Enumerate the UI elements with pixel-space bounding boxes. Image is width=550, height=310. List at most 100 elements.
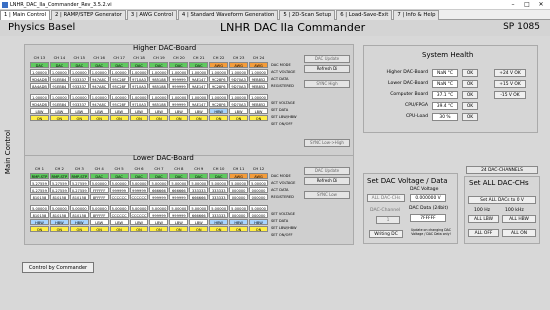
dac-voltage-input[interactable]: 0.000000 V bbox=[410, 194, 446, 202]
higher-bw-cell[interactable]: LBW bbox=[30, 108, 49, 114]
higher-onoff-cell[interactable]: ON bbox=[129, 115, 149, 121]
lower-bw-cell[interactable]: LBW bbox=[189, 219, 209, 225]
lower-onoff-cell[interactable]: ON bbox=[149, 226, 169, 232]
higher-bw-cell[interactable]: LBW bbox=[249, 108, 268, 114]
lower-onoff-cell[interactable]: ON bbox=[69, 226, 89, 232]
higher-modes-cell[interactable]: DAC bbox=[109, 62, 129, 68]
lower-modes-cell[interactable]: DAC bbox=[89, 173, 109, 179]
all-off-button[interactable]: ALL OFF bbox=[468, 229, 499, 237]
higher-bw-cell[interactable]: LBW bbox=[89, 108, 109, 114]
higher-set-voltage-cell[interactable]: 1.00000 bbox=[69, 94, 89, 100]
tab-main-control[interactable]: 1 | Main Control bbox=[0, 10, 50, 20]
lower-set-data-cell[interactable]: 666666 bbox=[189, 212, 209, 218]
higher-onoff-cell[interactable]: ON bbox=[109, 115, 129, 121]
lower-set-voltage-cell[interactable]: 5.00000 bbox=[129, 205, 149, 211]
tab-info-help[interactable]: 7 | Info & Help bbox=[393, 10, 440, 20]
lower-set-data-cell[interactable]: CCCCCC bbox=[109, 212, 129, 218]
lower-bw-cell[interactable]: HBW bbox=[229, 219, 249, 225]
higher-onoff-cell[interactable]: ON bbox=[89, 115, 109, 121]
higher-set-voltage-cell[interactable]: 1.00000 bbox=[229, 94, 249, 100]
lower-set-data-cell[interactable]: 000000 bbox=[229, 212, 249, 218]
higher-set-voltage-cell[interactable]: 1.00000 bbox=[209, 94, 229, 100]
higher-modes-cell[interactable]: DAC bbox=[129, 62, 149, 68]
higher-modes-cell[interactable]: AWG bbox=[249, 62, 268, 68]
higher-bw-cell[interactable]: LBW bbox=[189, 108, 209, 114]
lower-bw-cell[interactable]: LBW bbox=[89, 219, 109, 225]
lower-set-voltage-cell[interactable]: 5.00000 bbox=[89, 205, 109, 211]
higher-onoff-cell[interactable]: ON bbox=[229, 115, 249, 121]
lower-refresh-button[interactable]: Refresh Di bbox=[304, 177, 350, 185]
lower-set-data-cell[interactable]: 810158 bbox=[30, 212, 49, 218]
higher-modes-cell[interactable]: DAC bbox=[149, 62, 169, 68]
lower-modes-cell[interactable]: AWG bbox=[249, 173, 268, 179]
lower-set-voltage-cell[interactable]: 5.00000 bbox=[209, 205, 229, 211]
lower-onoff-cell[interactable]: ON bbox=[30, 226, 49, 232]
higher-set-data-cell[interactable]: 999999 bbox=[169, 101, 189, 107]
lower-set-data-cell[interactable]: 999999 bbox=[169, 212, 189, 218]
higher-set-data-cell[interactable]: 947A8C bbox=[89, 101, 109, 107]
all-dac-chs-button[interactable]: ALL DAC-CHs bbox=[367, 194, 405, 202]
lower-modes-cell[interactable]: DAC bbox=[109, 173, 129, 179]
higher-set-voltage-cell[interactable]: 1.00000 bbox=[30, 94, 49, 100]
lower-modes-cell[interactable]: DAC bbox=[209, 173, 229, 179]
lower-modes-cell[interactable]: DAC bbox=[189, 173, 209, 179]
higher-set-data-cell[interactable]: 91EB84 bbox=[49, 101, 69, 107]
lower-bw-cell[interactable]: LBW bbox=[129, 219, 149, 225]
lower-set-data-cell[interactable]: 810158 bbox=[49, 212, 69, 218]
higher-refresh-button[interactable]: Refresh Di bbox=[304, 65, 350, 73]
writing-dc-button[interactable]: Writing DC bbox=[369, 230, 403, 238]
higher-modes-cell[interactable]: DAC bbox=[189, 62, 209, 68]
higher-modes-cell[interactable]: DAC bbox=[169, 62, 189, 68]
lower-set-voltage-cell[interactable]: 5.00000 bbox=[109, 205, 129, 211]
set-all-zero-button[interactable]: Set ALL DACs to 0 V bbox=[468, 196, 536, 204]
higher-set-data-cell[interactable]: 9D70A3 bbox=[229, 101, 249, 107]
lower-onoff-cell[interactable]: ON bbox=[109, 226, 129, 232]
tab-2d-scan[interactable]: 5 | 2D-Scan Setup bbox=[279, 10, 336, 20]
higher-set-voltage-cell[interactable]: 1.00000 bbox=[189, 94, 209, 100]
tab-load-save-exit[interactable]: 6 | Load-Save-Exit bbox=[336, 10, 393, 20]
control-by-commander-button[interactable]: Control by Commander bbox=[22, 262, 94, 273]
lower-modes-cell[interactable]: AWG bbox=[229, 173, 249, 179]
minimize-icon[interactable]: – bbox=[506, 1, 520, 9]
lower-set-data-cell[interactable]: 333333 bbox=[209, 212, 229, 218]
higher-set-data-cell[interactable]: 985188 bbox=[149, 101, 169, 107]
higher-bw-cell[interactable]: LBW bbox=[149, 108, 169, 114]
higher-set-voltage-cell[interactable]: 1.00000 bbox=[109, 94, 129, 100]
lower-bw-cell[interactable]: LBW bbox=[169, 219, 189, 225]
lower-onoff-cell[interactable]: ON bbox=[49, 226, 69, 232]
lower-set-data-cell[interactable]: 810158 bbox=[69, 212, 89, 218]
tab-ramp-step[interactable]: 2 | RAMP/STEP Generator bbox=[51, 10, 126, 20]
lower-bw-cell[interactable]: LBW bbox=[149, 219, 169, 225]
lower-set-voltage-cell[interactable]: 5.00000 bbox=[229, 205, 249, 211]
higher-modes-cell[interactable]: AWG bbox=[209, 62, 229, 68]
higher-set-voltage-cell[interactable]: 1.00000 bbox=[149, 94, 169, 100]
lower-onoff-cell[interactable]: ON bbox=[249, 226, 268, 232]
dac-data-input[interactable]: 7FFFFF bbox=[410, 214, 446, 222]
lower-bw-cell[interactable]: HBW bbox=[249, 219, 268, 225]
higher-bw-cell[interactable]: LBW bbox=[229, 108, 249, 114]
higher-modes-cell[interactable]: DAC bbox=[69, 62, 89, 68]
lower-modes-cell[interactable]: RMP-STP bbox=[69, 173, 89, 179]
maximize-icon[interactable]: □ bbox=[520, 1, 534, 9]
higher-bw-cell[interactable]: LBW bbox=[69, 108, 89, 114]
higher-bw-cell[interactable]: LBW bbox=[169, 108, 189, 114]
lower-set-voltage-cell[interactable]: 5.00000 bbox=[30, 205, 49, 211]
sync-high-button[interactable]: SYNC High bbox=[304, 80, 350, 88]
all-on-button[interactable]: ALL ON bbox=[502, 229, 536, 237]
higher-set-voltage-cell[interactable]: 1.00000 bbox=[129, 94, 149, 100]
higher-set-data-cell[interactable]: 9EB852 bbox=[249, 101, 268, 107]
lower-set-voltage-cell[interactable]: 5.00000 bbox=[169, 205, 189, 211]
higher-set-data-cell[interactable]: 933337 bbox=[69, 101, 89, 107]
lower-set-data-cell[interactable]: 8FFFFF bbox=[89, 212, 109, 218]
higher-set-data-cell[interactable]: 9AE147 bbox=[189, 101, 209, 107]
close-icon[interactable]: ✕ bbox=[534, 1, 548, 9]
higher-onoff-cell[interactable]: ON bbox=[30, 115, 49, 121]
higher-onoff-cell[interactable]: ON bbox=[49, 115, 69, 121]
dac-channel-input[interactable]: 1 bbox=[376, 216, 400, 224]
higher-set-data-cell[interactable]: 9D4ADB bbox=[30, 101, 49, 107]
higher-modes-cell[interactable]: AWG bbox=[229, 62, 249, 68]
sync-low-high-button[interactable]: SYNC Low->High bbox=[304, 139, 350, 147]
higher-modes-cell[interactable]: DAC bbox=[30, 62, 49, 68]
lower-set-voltage-cell[interactable]: 5.00000 bbox=[149, 205, 169, 211]
lower-bw-cell[interactable]: HBW bbox=[49, 219, 69, 225]
